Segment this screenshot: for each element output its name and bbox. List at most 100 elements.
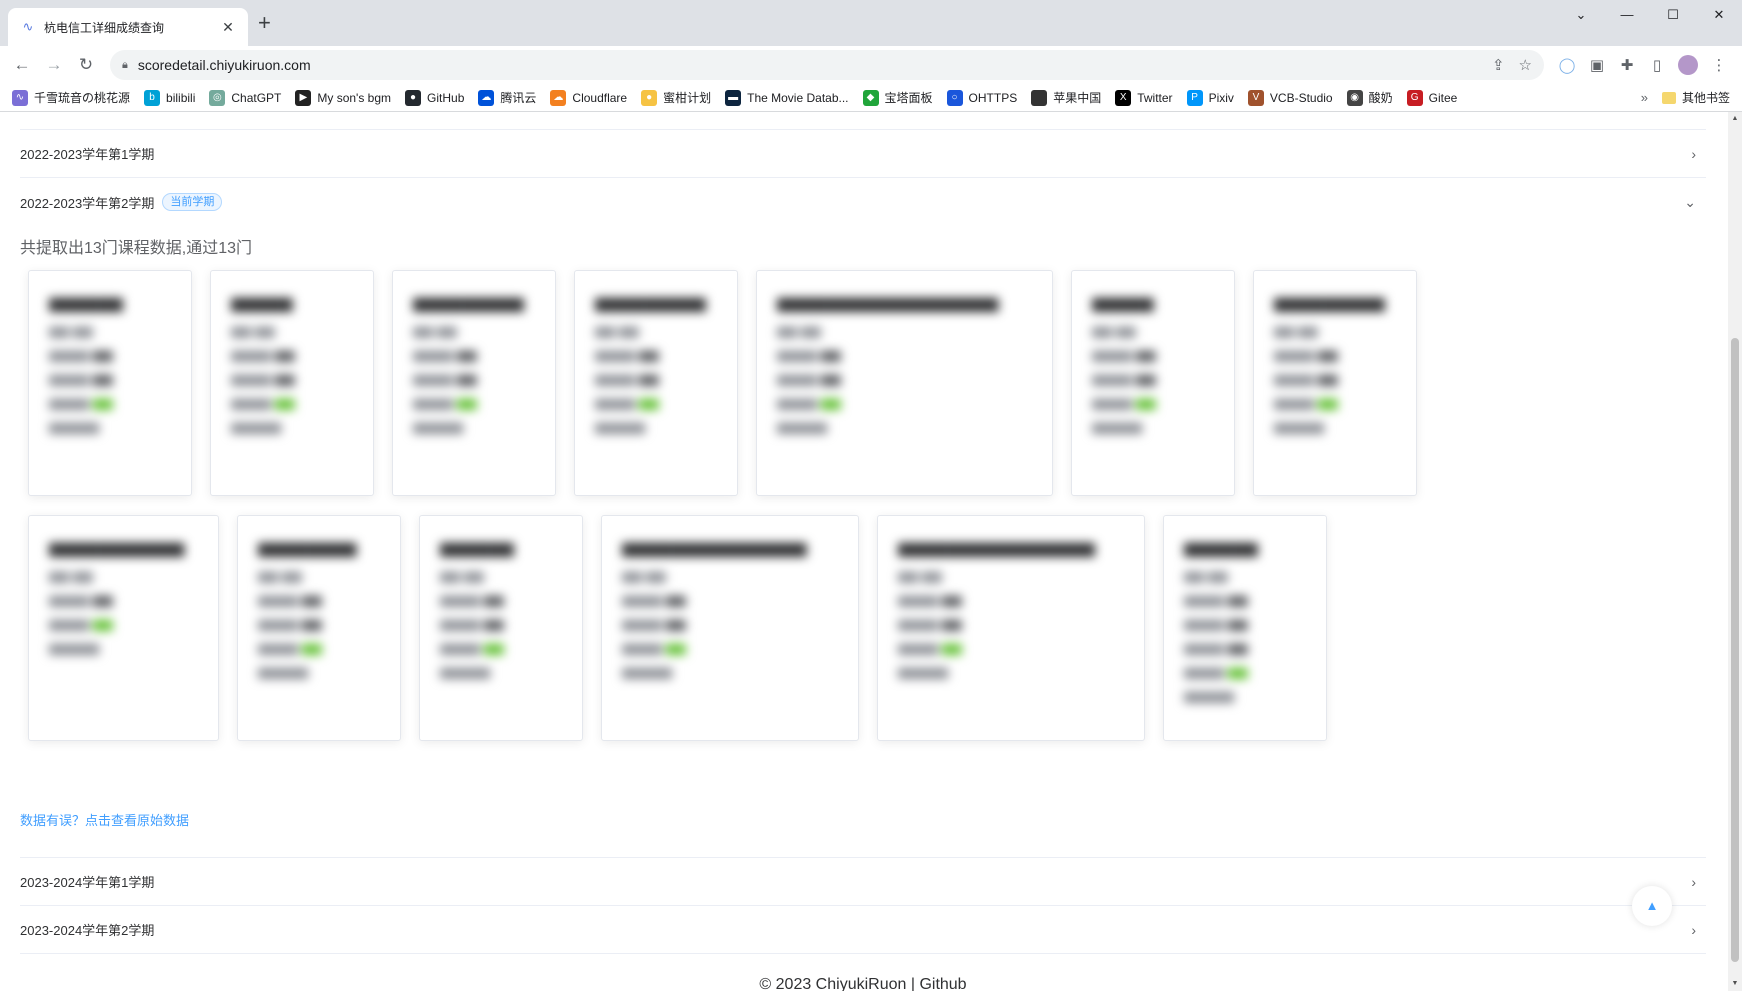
course-card: ▆▆▆▆▆▆▆▆ ▆▆ ▆▆ ▆▆▆▆ ▆▆ ▆▆▆▆ ▆▆ ▆▆▆▆ ▆▆ ▆▆▆▆▆ <box>237 515 401 741</box>
bookmark-label: Cloudflare <box>572 90 628 105</box>
bookmark-favicon-icon: ∿ <box>12 89 28 106</box>
bookmark-item[interactable]: ▬ The Movie Datab... <box>725 89 849 106</box>
window-controls: ⌄ — ☐ ✕ <box>1558 0 1742 32</box>
back-to-top-button[interactable]: ▲ <box>1632 886 1672 926</box>
course-card: ▆▆▆▆▆▆ ▆▆ ▆▆ ▆▆▆▆ ▆▆ ▆▆▆▆ ▆▆ ▆▆▆▆ ▆▆ ▆▆▆▆▆ <box>28 270 192 496</box>
back-arrow-icon[interactable]: ← <box>8 55 36 75</box>
forward-arrow-icon[interactable]: → <box>40 55 68 75</box>
folder-icon <box>1661 91 1676 104</box>
bookmark-item[interactable]: ☁ 腾讯云 <box>478 89 536 106</box>
course-card: ▆▆▆▆▆▆▆▆▆ ▆▆ ▆▆ ▆▆▆▆ ▆▆ ▆▆▆▆ ▆▆ ▆▆▆▆ ▆▆ ▆▆▆▆▆ <box>574 270 738 496</box>
bookmark-label: GitHub <box>427 90 465 105</box>
bookmark-item[interactable]: 苹果中国 <box>1031 89 1101 106</box>
bookmark-label: OHTTPS <box>968 90 1018 105</box>
course-card: ▆▆▆▆▆▆▆▆▆▆▆▆▆▆▆ ▆▆ ▆▆ ▆▆▆▆ ▆▆ ▆▆▆▆ ▆▆ ▆▆▆▆ ▆… <box>601 515 859 741</box>
bookmark-item[interactable]: ▶ My son's bgm <box>295 89 392 106</box>
address-bar[interactable]: 🔒︎ scoredetail.chiyukiruon.com ⇪ ☆ <box>110 50 1544 80</box>
site-favicon-icon: ∿ <box>22 19 34 34</box>
bookmark-item[interactable]: ◎ ChatGPT <box>209 89 281 106</box>
page-footer: © 2023 ChiyukiRuon | Github <box>20 976 1706 991</box>
bookmark-favicon-icon: ○ <box>946 89 963 106</box>
course-cards: ▆▆▆▆▆▆ ▆▆ ▆▆ ▆▆▆▆ ▆▆ ▆▆▆▆ ▆▆ ▆▆▆▆ ▆▆ ▆▆▆▆▆ ▆▆… <box>20 270 1706 796</box>
bookmark-label: Gitee <box>1428 90 1458 105</box>
course-card: ▆▆▆▆▆▆ ▆▆ ▆▆ ▆▆▆▆ ▆▆ ▆▆▆▆ ▆▆ ▆▆▆▆ ▆▆ ▆▆▆▆▆ <box>419 515 583 741</box>
course-card: ▆▆▆▆▆▆▆▆▆▆▆▆▆▆▆▆▆▆ ▆▆ ▆▆ ▆▆▆▆ ▆▆ ▆▆▆▆ ▆▆ ▆▆▆… <box>756 270 1053 496</box>
bookmark-label: VCB-Studio <box>1269 90 1333 105</box>
extension-badge-icon[interactable]: ▣ <box>1582 56 1612 74</box>
scrollbar-thumb[interactable] <box>1731 338 1739 962</box>
page-viewport: 2022-2023学年第1学期 › 2022-2023学年第2学期 当前学期 ⌄… <box>0 112 1742 991</box>
tab-search-button[interactable]: ⌄ <box>1558 0 1604 32</box>
course-summary: 共提取出13门课程数据,通过13门 <box>20 240 253 257</box>
bookmark-label: 腾讯云 <box>500 91 537 105</box>
close-tab-icon[interactable]: ✕ <box>220 19 236 36</box>
bookmark-favicon-icon: ☁ <box>550 89 567 106</box>
close-window-button[interactable]: ✕ <box>1696 0 1742 32</box>
bookmark-item[interactable]: P Pixiv <box>1186 89 1234 106</box>
bookmark-label: The Movie Datab... <box>747 90 849 105</box>
course-card: ▆▆▆▆▆▆▆▆▆▆▆▆▆▆▆▆ ▆▆ ▆▆ ▆▆▆▆ ▆▆ ▆▆▆▆ ▆▆ ▆▆▆▆ … <box>877 515 1145 741</box>
bookmarks-bar: ∿ 千雪琉音の桃花源 b bilibili ◎ ChatGPT ▶ My son's bgm ●… <box>0 84 1742 112</box>
bookmark-favicon-icon: ☁ <box>478 89 495 106</box>
bookmark-item[interactable]: b bilibili <box>144 89 196 106</box>
semester-header-2022-2023-2[interactable]: 2022-2023学年第2学期 当前学期 ⌄ <box>20 178 1706 226</box>
bookmark-favicon-icon: ▶ <box>295 89 312 106</box>
semester-header-2022-2023-1[interactable]: 2022-2023学年第1学期 › <box>20 130 1706 178</box>
semester-header-2023-2024-1[interactable]: 2023-2024学年第1学期 › <box>20 858 1706 906</box>
semester-header-2023-2024-2[interactable]: 2023-2024学年第2学期 › <box>20 906 1706 954</box>
share-icon[interactable]: ⇪ <box>1492 56 1505 74</box>
bookmarks-overflow-icon[interactable]: » <box>1641 90 1648 105</box>
bookmark-star-icon[interactable]: ☆ <box>1519 56 1532 74</box>
page-scrollbar[interactable]: ▲ ▼ <box>1728 112 1742 991</box>
course-card: ▆▆▆▆▆▆▆▆▆ ▆▆ ▆▆ ▆▆▆▆ ▆▆ ▆▆▆▆ ▆▆ ▆▆▆▆ ▆▆ ▆▆▆▆▆ <box>392 270 556 496</box>
other-bookmarks-label: 其他书签 <box>1681 91 1730 105</box>
bookmark-label: My son's bgm <box>317 90 392 105</box>
bookmark-item[interactable]: ◉ 酸奶 <box>1346 89 1393 106</box>
menu-dots-icon[interactable]: ⋮ <box>1704 56 1734 74</box>
tab-title: 杭电信工详细成绩查询 <box>44 20 165 35</box>
other-bookmarks-folder[interactable]: 其他书签 <box>1661 89 1730 106</box>
lock-icon: 🔒︎ <box>122 58 128 71</box>
reload-icon[interactable]: ↻ <box>72 55 100 75</box>
new-tab-button[interactable]: + <box>258 12 271 34</box>
bookmark-favicon-icon: b <box>144 89 161 106</box>
extensions-puzzle-icon[interactable]: ✚ <box>1612 56 1642 74</box>
bookmark-label: bilibili <box>166 90 196 105</box>
chevron-down-icon: ⌄ <box>1684 193 1696 210</box>
url-text[interactable]: scoredetail.chiyukiruon.com <box>138 57 1478 73</box>
scroll-up-arrow-icon[interactable]: ▲ <box>1728 112 1742 126</box>
semester-label: 2023-2024学年第1学期 <box>20 875 155 890</box>
bookmark-item[interactable]: ● GitHub <box>405 89 465 106</box>
browser-tab[interactable]: ∿ 杭电信工详细成绩查询 ✕ <box>8 8 248 46</box>
profile-avatar[interactable] <box>1678 55 1698 75</box>
bookmark-item[interactable]: ◆ 宝塔面板 <box>862 89 933 106</box>
bookmark-favicon-icon <box>1031 89 1048 106</box>
extension-ring-icon[interactable]: ◯ <box>1552 56 1582 74</box>
github-link[interactable]: Github <box>919 976 966 991</box>
bookmark-item[interactable]: ☁ Cloudflare <box>550 89 628 106</box>
maximize-button[interactable]: ☐ <box>1650 0 1696 32</box>
bookmark-item[interactable]: ∿ 千雪琉音の桃花源 <box>12 89 130 106</box>
bookmark-label: Pixiv <box>1208 90 1234 105</box>
bookmark-label: 酸奶 <box>1368 91 1393 105</box>
bookmark-favicon-icon: ● <box>641 89 658 106</box>
bookmark-favicon-icon: ◉ <box>1346 89 1363 106</box>
bookmark-label: Twitter <box>1137 90 1173 105</box>
bookmark-favicon-icon: G <box>1406 89 1423 106</box>
bookmark-label: 蜜柑计划 <box>663 91 712 105</box>
bookmark-item[interactable]: ● 蜜柑计划 <box>641 89 711 106</box>
scroll-down-arrow-icon[interactable]: ▼ <box>1728 977 1742 991</box>
chevron-right-icon: › <box>1691 145 1696 162</box>
semester-label: 2023-2024学年第2学期 <box>20 923 155 938</box>
minimize-button[interactable]: — <box>1604 0 1650 32</box>
chevron-right-icon: › <box>1691 921 1696 938</box>
caret-up-icon: ▲ <box>1645 898 1659 913</box>
tab-strip: ∿ 杭电信工详细成绩查询 ✕ + ⌄ — ☐ ✕ <box>0 0 1742 46</box>
bookmark-item[interactable]: X Twitter <box>1115 89 1173 106</box>
side-panel-icon[interactable]: ▯ <box>1642 56 1672 74</box>
bookmark-item[interactable]: ○ OHTTPS <box>946 89 1018 106</box>
bookmark-item[interactable]: V VCB-Studio <box>1247 89 1333 106</box>
view-raw-data-link[interactable]: 数据有误？点击查看原始数据 <box>20 810 189 829</box>
bookmark-item[interactable]: G Gitee <box>1406 89 1458 106</box>
copyright-text: © 2023 ChiyukiRuon | <box>759 976 920 991</box>
